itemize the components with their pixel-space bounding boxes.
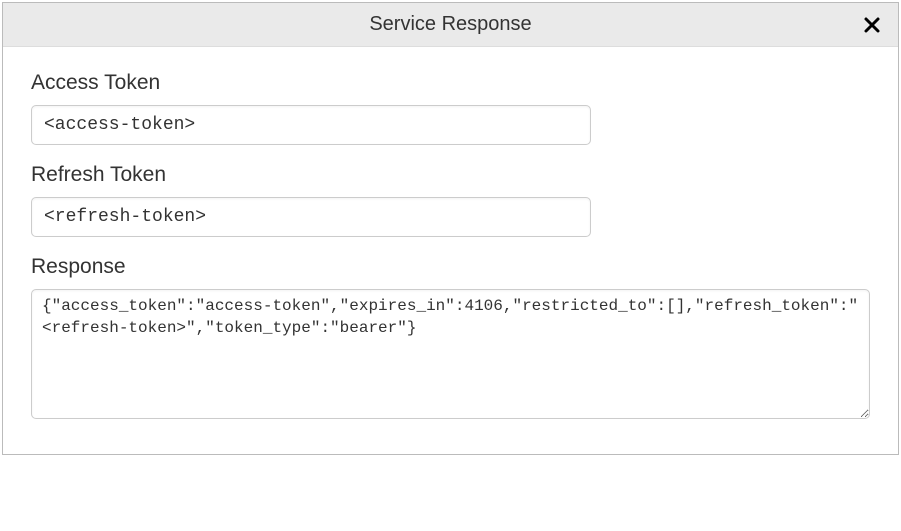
refresh-token-input[interactable]	[31, 197, 591, 237]
dialog-content: Access Token Refresh Token Response	[3, 47, 898, 454]
response-label: Response	[31, 255, 870, 279]
close-button[interactable]	[860, 13, 884, 37]
access-token-input[interactable]	[31, 105, 591, 145]
dialog-title: Service Response	[369, 13, 531, 36]
dialog-header: Service Response	[3, 3, 898, 47]
access-token-label: Access Token	[31, 71, 870, 95]
refresh-token-label: Refresh Token	[31, 163, 870, 187]
close-icon	[863, 16, 881, 34]
service-response-dialog: Service Response Access Token Refresh To…	[2, 2, 899, 455]
response-textarea[interactable]	[31, 289, 870, 419]
